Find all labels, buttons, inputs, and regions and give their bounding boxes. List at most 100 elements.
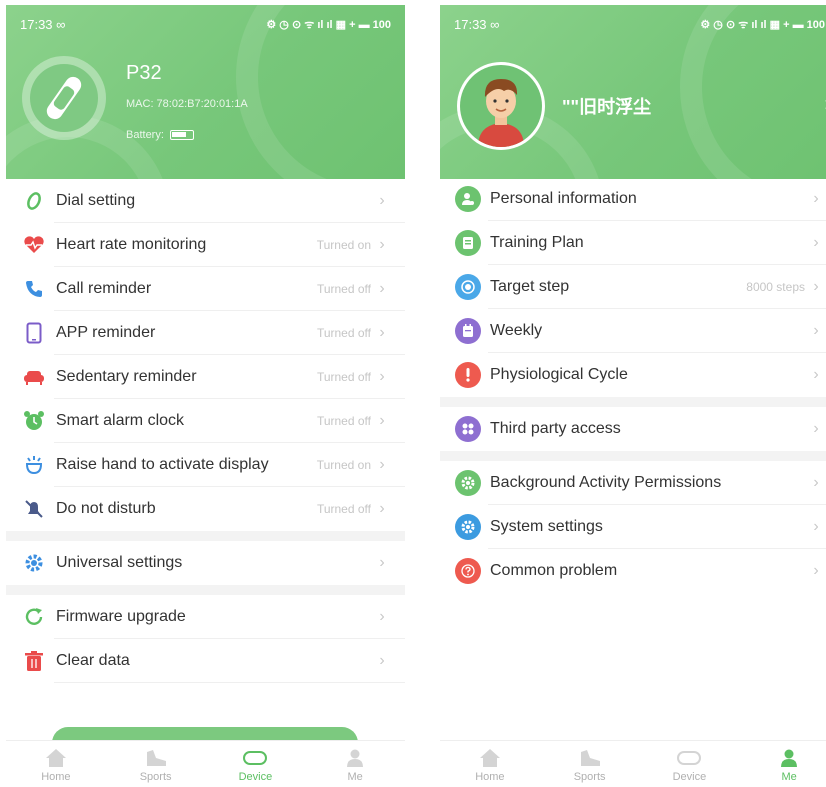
menu-row-weekly[interactable]: Weekly ›	[440, 309, 826, 353]
user-avatar-image	[460, 65, 542, 147]
setting-value: Turned off	[316, 326, 371, 340]
menu-row-common-problem[interactable]: Common problem ›	[440, 549, 826, 593]
setting-value: Turned off	[316, 282, 371, 296]
tab-home[interactable]: Home	[6, 741, 106, 787]
user-icon	[345, 747, 365, 769]
device-avatar	[22, 56, 106, 140]
menu-label: Target step	[490, 278, 570, 295]
setting-row-call-reminder[interactable]: Call reminder Turned off ›	[6, 267, 405, 311]
status-icons: ⚙ ◷ ⊙ ᯤ ıl ıl ▦ + ▬ 100	[700, 17, 825, 32]
setting-row-sedentary[interactable]: Sedentary reminder Turned off ›	[6, 355, 405, 399]
chevron-right-icon: ›	[379, 324, 385, 341]
app-icon	[20, 319, 48, 347]
menu-row-background-activity[interactable]: Background Activity Permissions ›	[440, 461, 826, 505]
tab-label: Device	[672, 771, 707, 783]
watch-icon	[676, 747, 702, 769]
battery-icon	[169, 130, 194, 140]
setting-row-firmware[interactable]: Firmware upgrade ›	[6, 595, 405, 639]
settings-icon	[454, 513, 482, 541]
device-name: P32	[126, 62, 162, 84]
home-icon	[45, 747, 67, 769]
setting-row-alarm[interactable]: Smart alarm clock Turned off ›	[6, 399, 405, 443]
tab-home[interactable]: Home	[440, 741, 540, 787]
setting-row-app-reminder[interactable]: APP reminder Turned off ›	[6, 311, 405, 355]
setting-row-do-not-disturb[interactable]: Do not disturb Turned off ›	[6, 487, 405, 531]
chevron-right-icon: ›	[379, 192, 385, 209]
section-gap	[6, 585, 405, 595]
chevron-right-icon: ›	[813, 518, 819, 535]
phone-icon	[20, 275, 48, 303]
setting-row-universal[interactable]: Universal settings ›	[6, 541, 405, 585]
chevron-right-icon: ›	[379, 368, 385, 385]
status-time: 17:33 ∞	[20, 16, 66, 32]
refresh-icon	[20, 603, 48, 631]
tab-me[interactable]: Me	[305, 741, 405, 787]
chevron-right-icon: ›	[813, 190, 819, 207]
me-screen: 17:33 ∞ ⚙ ◷ ⊙ ᯤ ıl ıl ▦ + ▬ 100 ""旧时浮尘 ›	[440, 5, 826, 787]
sofa-icon	[20, 363, 48, 391]
status-time: 17:33 ∞	[454, 16, 500, 32]
section-gap	[440, 397, 826, 407]
do-not-disturb-icon	[20, 495, 48, 523]
menu-row-system-settings[interactable]: System settings ›	[440, 505, 826, 549]
chevron-right-icon: ›	[379, 456, 385, 473]
setting-row-raise-hand[interactable]: Raise hand to activate display Turned on…	[6, 443, 405, 487]
tab-device[interactable]: Device	[640, 741, 740, 787]
status-icons: ⚙ ◷ ⊙ ᯤ ıl ıl ▦ + ▬ 100	[266, 17, 391, 32]
setting-row-dial[interactable]: Dial setting ›	[6, 179, 405, 223]
tab-me[interactable]: Me	[739, 741, 826, 787]
heart-rate-icon	[20, 231, 48, 259]
tab-label: Sports	[573, 771, 606, 783]
target-icon	[454, 273, 482, 301]
setting-label: Call reminder	[56, 280, 152, 297]
tab-device[interactable]: Device	[206, 741, 306, 787]
setting-label: Universal settings	[56, 554, 183, 571]
bottom-tab-bar: Home Sports Device Me	[440, 740, 826, 787]
chevron-right-icon: ›	[379, 500, 385, 517]
chevron-right-icon: ›	[813, 420, 819, 437]
divider	[54, 682, 405, 683]
device-mac: MAC: 78:02:B7:20:01:1A	[126, 98, 248, 110]
setting-row-clear-data[interactable]: Clear data ›	[6, 639, 405, 683]
user-name[interactable]: ""旧时浮尘	[562, 93, 651, 119]
band-icon	[30, 64, 98, 132]
alarm-icon	[20, 407, 48, 435]
menu-row-third-party-access[interactable]: Third party access ›	[440, 407, 826, 451]
setting-value: Turned off	[316, 414, 371, 428]
tab-sports[interactable]: Sports	[540, 741, 640, 787]
calendar-icon	[454, 317, 482, 345]
tab-label: Me	[781, 771, 797, 783]
chevron-right-icon: ›	[813, 474, 819, 491]
device-settings-list: Dial setting › Heart rate monitoring Tur…	[6, 179, 405, 683]
chevron-right-icon: ›	[813, 322, 819, 339]
gear-icon	[20, 549, 48, 577]
device-screen: 17:33 ∞ ⚙ ◷ ⊙ ᯤ ıl ıl ▦ + ▬ 100 P32 MAC:…	[6, 5, 405, 787]
setting-label: Sedentary reminder	[56, 368, 197, 385]
tab-sports[interactable]: Sports	[106, 741, 206, 787]
watch-icon	[242, 747, 268, 769]
tab-label: Sports	[139, 771, 172, 783]
bottom-tab-bar: Home Sports Device Me	[6, 740, 405, 787]
user-avatar[interactable]	[457, 62, 545, 150]
menu-row-physiological-cycle[interactable]: Physiological Cycle ›	[440, 353, 826, 397]
setting-value: Turned on	[316, 458, 371, 472]
device-battery: Battery:	[126, 129, 194, 141]
me-header: 17:33 ∞ ⚙ ◷ ⊙ ᯤ ıl ıl ▦ + ▬ 100 ""旧时浮尘 ›	[440, 5, 826, 179]
menu-label: Personal information	[490, 190, 637, 207]
setting-row-heart-rate[interactable]: Heart rate monitoring Turned on ›	[6, 223, 405, 267]
tab-label: Home	[475, 771, 505, 783]
menu-label: Third party access	[490, 420, 621, 437]
trash-icon	[20, 647, 48, 675]
setting-label: Smart alarm clock	[56, 412, 185, 429]
menu-row-target-step[interactable]: Target step 8000 steps ›	[440, 265, 826, 309]
shoe-icon	[578, 747, 602, 769]
status-bar: 17:33 ∞ ⚙ ◷ ⊙ ᯤ ıl ıl ▦ + ▬ 100	[454, 16, 825, 32]
chevron-right-icon: ›	[813, 366, 819, 383]
status-icons-text: ⚙ ◷ ⊙ ᯤ ıl ıl ▦ + ▬ 100	[266, 18, 391, 31]
tab-label: Me	[347, 771, 363, 783]
menu-row-personal-information[interactable]: Personal information ›	[440, 177, 826, 221]
chevron-right-icon: ›	[379, 412, 385, 429]
menu-row-training-plan[interactable]: Training Plan ›	[440, 221, 826, 265]
plan-icon	[454, 229, 482, 257]
section-gap	[6, 531, 405, 541]
